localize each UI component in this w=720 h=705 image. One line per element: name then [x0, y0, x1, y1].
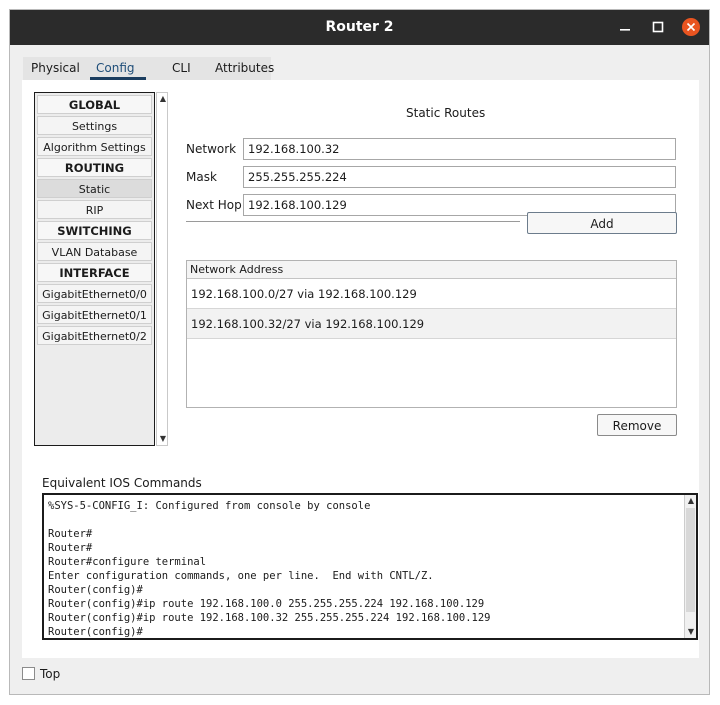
remove-route-button[interactable]: Remove — [597, 414, 677, 436]
ios-line: %SYS-5-CONFIG_I: Configured from console… — [48, 500, 371, 512]
title-bar[interactable]: Router 2 — [10, 10, 709, 45]
sidebar-item-vlan-database[interactable]: VLAN Database — [37, 242, 152, 261]
ios-scroll-thumb[interactable] — [686, 508, 695, 612]
ios-scrollbar[interactable]: ▲ ▼ — [684, 495, 696, 638]
ios-line: Enter configuration commands, one per li… — [48, 570, 434, 582]
ios-commands-box[interactable]: %SYS-5-CONFIG_I: Configured from console… — [42, 493, 698, 640]
ios-line: Router# — [48, 528, 93, 540]
network-label: Network — [186, 142, 237, 156]
sidebar-item-rip[interactable]: RIP — [37, 200, 152, 219]
config-sidebar: GLOBAL Settings Algorithm Settings ROUTI… — [34, 92, 155, 446]
sidebar-header-switching: SWITCHING — [37, 221, 152, 240]
table-row[interactable]: 192.168.100.32/27 via 192.168.100.129 — [187, 309, 676, 339]
form-divider — [186, 221, 520, 222]
tab-attributes[interactable]: Attributes — [207, 56, 282, 80]
ios-commands-label: Equivalent IOS Commands — [42, 476, 202, 490]
ios-commands-text: %SYS-5-CONFIG_I: Configured from console… — [48, 499, 678, 638]
table-row[interactable]: 192.168.100.0/27 via 192.168.100.129 — [187, 279, 676, 309]
scroll-up-icon[interactable]: ▲ — [686, 496, 696, 506]
sidebar-header-interface: INTERFACE — [37, 263, 152, 282]
top-checkbox[interactable] — [22, 667, 35, 680]
tab-cli[interactable]: CLI — [164, 56, 199, 80]
sidebar-scrollbar[interactable]: ▲ ▼ — [156, 92, 168, 446]
ios-line: Router(config)#ip route 192.168.100.32 2… — [48, 612, 491, 624]
routes-table: Network Address 192.168.100.0/27 via 192… — [186, 260, 677, 408]
network-input[interactable] — [243, 138, 676, 160]
ios-line — [48, 513, 678, 527]
ios-line: Router(config)#ip route 192.168.100.0 25… — [48, 598, 485, 610]
sidebar-item-gigabitethernet0-0[interactable]: GigabitEthernet0/0 — [37, 284, 152, 303]
tab-config[interactable]: Config — [90, 56, 146, 80]
static-routes-title: Static Routes — [406, 106, 486, 120]
ios-line: Router(config)# — [48, 584, 143, 596]
sidebar-item-gigabitethernet0-1[interactable]: GigabitEthernet0/1 — [37, 305, 152, 324]
router-window: Router 2 Physical Config CLI Attributes … — [9, 9, 710, 695]
sidebar-header-routing: ROUTING — [37, 158, 152, 177]
sidebar-item-gigabitethernet0-2[interactable]: GigabitEthernet0/2 — [37, 326, 152, 345]
ios-line: Router(config)# — [48, 626, 143, 638]
config-panel: GLOBAL Settings Algorithm Settings ROUTI… — [22, 80, 699, 658]
sidebar-header-global: GLOBAL — [37, 95, 152, 114]
routes-table-header: Network Address — [187, 261, 676, 279]
maximize-icon[interactable] — [649, 18, 667, 36]
minimize-icon[interactable] — [616, 18, 634, 36]
window-title: Router 2 — [325, 19, 394, 35]
add-route-button[interactable]: Add — [527, 212, 677, 234]
sidebar-item-algorithm-settings[interactable]: Algorithm Settings — [37, 137, 152, 156]
scroll-down-icon[interactable]: ▼ — [686, 627, 696, 637]
scroll-up-icon[interactable]: ▲ — [158, 94, 168, 104]
ios-line: Router# — [48, 542, 93, 554]
tab-physical[interactable]: Physical — [23, 56, 88, 80]
scroll-down-icon[interactable]: ▼ — [158, 434, 168, 444]
close-icon[interactable] — [682, 18, 700, 36]
mask-input[interactable] — [243, 166, 676, 188]
sidebar-item-static[interactable]: Static — [37, 179, 152, 198]
ios-line: Router#configure terminal — [48, 556, 207, 568]
mask-label: Mask — [186, 170, 217, 184]
sidebar-item-settings[interactable]: Settings — [37, 116, 152, 135]
top-checkbox-label: Top — [40, 667, 61, 681]
tab-config-label: Config — [96, 61, 135, 75]
next-hop-label: Next Hop — [186, 198, 242, 212]
